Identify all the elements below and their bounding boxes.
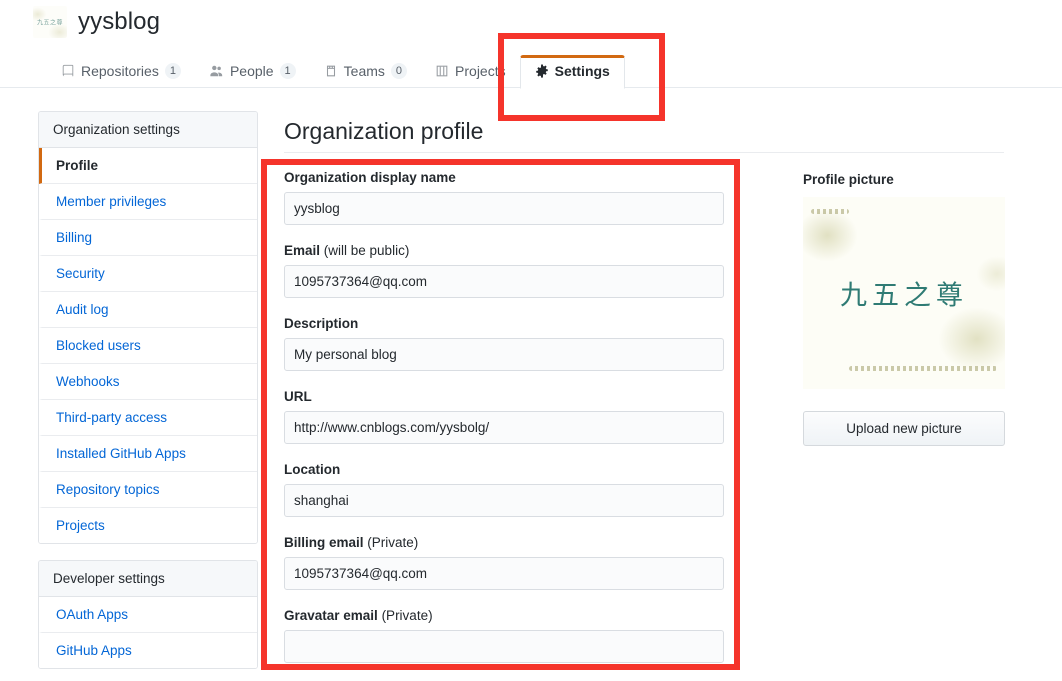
sidebar-item-audit-log[interactable]: Audit log bbox=[39, 292, 257, 328]
url-input[interactable] bbox=[284, 411, 724, 444]
tab-repositories-label: Repositories bbox=[81, 63, 159, 79]
sidebar-item-security[interactable]: Security bbox=[39, 256, 257, 292]
tab-teams[interactable]: Teams 0 bbox=[310, 57, 421, 88]
tab-settings-label: Settings bbox=[554, 63, 610, 79]
field-organization-display-name: Organization display name bbox=[284, 170, 724, 225]
organization-profile-form: Organization display name Email (will be… bbox=[284, 170, 724, 681]
email-input[interactable] bbox=[284, 265, 724, 298]
profile-picture-image: 九五之尊 bbox=[803, 197, 1005, 389]
sidebar-item-webhooks[interactable]: Webhooks bbox=[39, 364, 257, 400]
organization-identity: yysblog bbox=[33, 6, 160, 38]
profile-picture-section: Profile picture 九五之尊 Upload new picture bbox=[803, 172, 1008, 446]
repo-icon bbox=[61, 64, 75, 78]
sidebar-group-organization-settings: Organization settings Profile Member pri… bbox=[38, 111, 258, 544]
field-billing-email: Billing email (Private) bbox=[284, 535, 724, 590]
label-description: Description bbox=[284, 316, 359, 331]
field-email: Email (will be public) bbox=[284, 243, 724, 298]
gear-icon bbox=[535, 64, 549, 78]
page-title: Organization profile bbox=[284, 118, 484, 144]
organization-nav-tabs: Repositories 1 People 1 Teams 0 Projects… bbox=[47, 52, 625, 89]
sidebar-item-billing[interactable]: Billing bbox=[39, 220, 257, 256]
sidebar-group-developer-settings: Developer settings OAuth Apps GitHub App… bbox=[38, 560, 258, 669]
sidebar-item-installed-github-apps[interactable]: Installed GitHub Apps bbox=[39, 436, 257, 472]
label-gravatar-email-note: (Private) bbox=[377, 608, 433, 623]
tab-projects[interactable]: Projects bbox=[421, 57, 520, 88]
location-input[interactable] bbox=[284, 484, 724, 517]
tab-projects-label: Projects bbox=[455, 63, 506, 79]
organization-display-name-input[interactable] bbox=[284, 192, 724, 225]
sidebar-item-oauth-apps[interactable]: OAuth Apps bbox=[39, 597, 257, 633]
profile-picture-text: 九五之尊 bbox=[840, 280, 968, 312]
title-divider bbox=[284, 152, 1004, 153]
sidebar-item-blocked-users[interactable]: Blocked users bbox=[39, 328, 257, 364]
label-url: URL bbox=[284, 389, 312, 404]
sidebar-item-profile[interactable]: Profile bbox=[39, 148, 257, 184]
label-organization-display-name: Organization display name bbox=[284, 170, 456, 185]
decorative-wave-top bbox=[811, 209, 849, 214]
sidebar-item-github-apps[interactable]: GitHub Apps bbox=[39, 633, 257, 668]
upload-new-picture-button[interactable]: Upload new picture bbox=[803, 411, 1005, 446]
label-gravatar-email-text: Gravatar email bbox=[284, 608, 378, 623]
gravatar-email-input[interactable] bbox=[284, 630, 724, 663]
sidebar-heading-organization-settings: Organization settings bbox=[39, 112, 257, 148]
label-email: Email (will be public) bbox=[284, 243, 724, 258]
billing-email-input[interactable] bbox=[284, 557, 724, 590]
label-location: Location bbox=[284, 462, 341, 477]
field-url: URL bbox=[284, 389, 724, 444]
decorative-wave-bottom bbox=[849, 366, 997, 371]
field-location: Location bbox=[284, 462, 724, 517]
sidebar-item-repository-topics[interactable]: Repository topics bbox=[39, 472, 257, 508]
field-gravatar-email: Gravatar email (Private) bbox=[284, 608, 724, 663]
label-email-note: (will be public) bbox=[320, 243, 410, 258]
organization-header: yysblog Repositories 1 People 1 bbox=[0, 0, 1062, 89]
description-input[interactable] bbox=[284, 338, 724, 371]
label-billing-email: Billing email (Private) bbox=[284, 535, 724, 550]
tab-repositories-count: 1 bbox=[164, 63, 181, 79]
projects-icon bbox=[435, 64, 449, 78]
sidebar-item-projects[interactable]: Projects bbox=[39, 508, 257, 543]
tab-teams-label: Teams bbox=[343, 63, 385, 79]
label-billing-email-note: (Private) bbox=[363, 535, 419, 550]
label-gravatar-email: Gravatar email (Private) bbox=[284, 608, 724, 623]
sidebar-item-third-party-access[interactable]: Third-party access bbox=[39, 400, 257, 436]
tab-repositories[interactable]: Repositories 1 bbox=[47, 57, 195, 88]
tab-settings[interactable]: Settings bbox=[519, 55, 625, 89]
organization-name: yysblog bbox=[78, 8, 161, 35]
tab-people-count: 1 bbox=[279, 63, 296, 79]
label-email-text: Email bbox=[284, 243, 321, 258]
organization-avatar-icon bbox=[33, 6, 67, 38]
profile-picture-label: Profile picture bbox=[803, 172, 894, 187]
tab-people[interactable]: People 1 bbox=[195, 57, 310, 88]
people-icon bbox=[209, 64, 224, 78]
tab-people-label: People bbox=[229, 63, 274, 79]
settings-sidebar: Organization settings Profile Member pri… bbox=[38, 111, 258, 669]
tab-teams-count: 0 bbox=[390, 63, 408, 79]
field-description: Description bbox=[284, 316, 724, 371]
sidebar-item-member-privileges[interactable]: Member privileges bbox=[39, 184, 257, 220]
label-billing-email-text: Billing email bbox=[284, 535, 364, 550]
teams-icon bbox=[324, 64, 338, 78]
sidebar-heading-developer-settings: Developer settings bbox=[39, 561, 257, 597]
